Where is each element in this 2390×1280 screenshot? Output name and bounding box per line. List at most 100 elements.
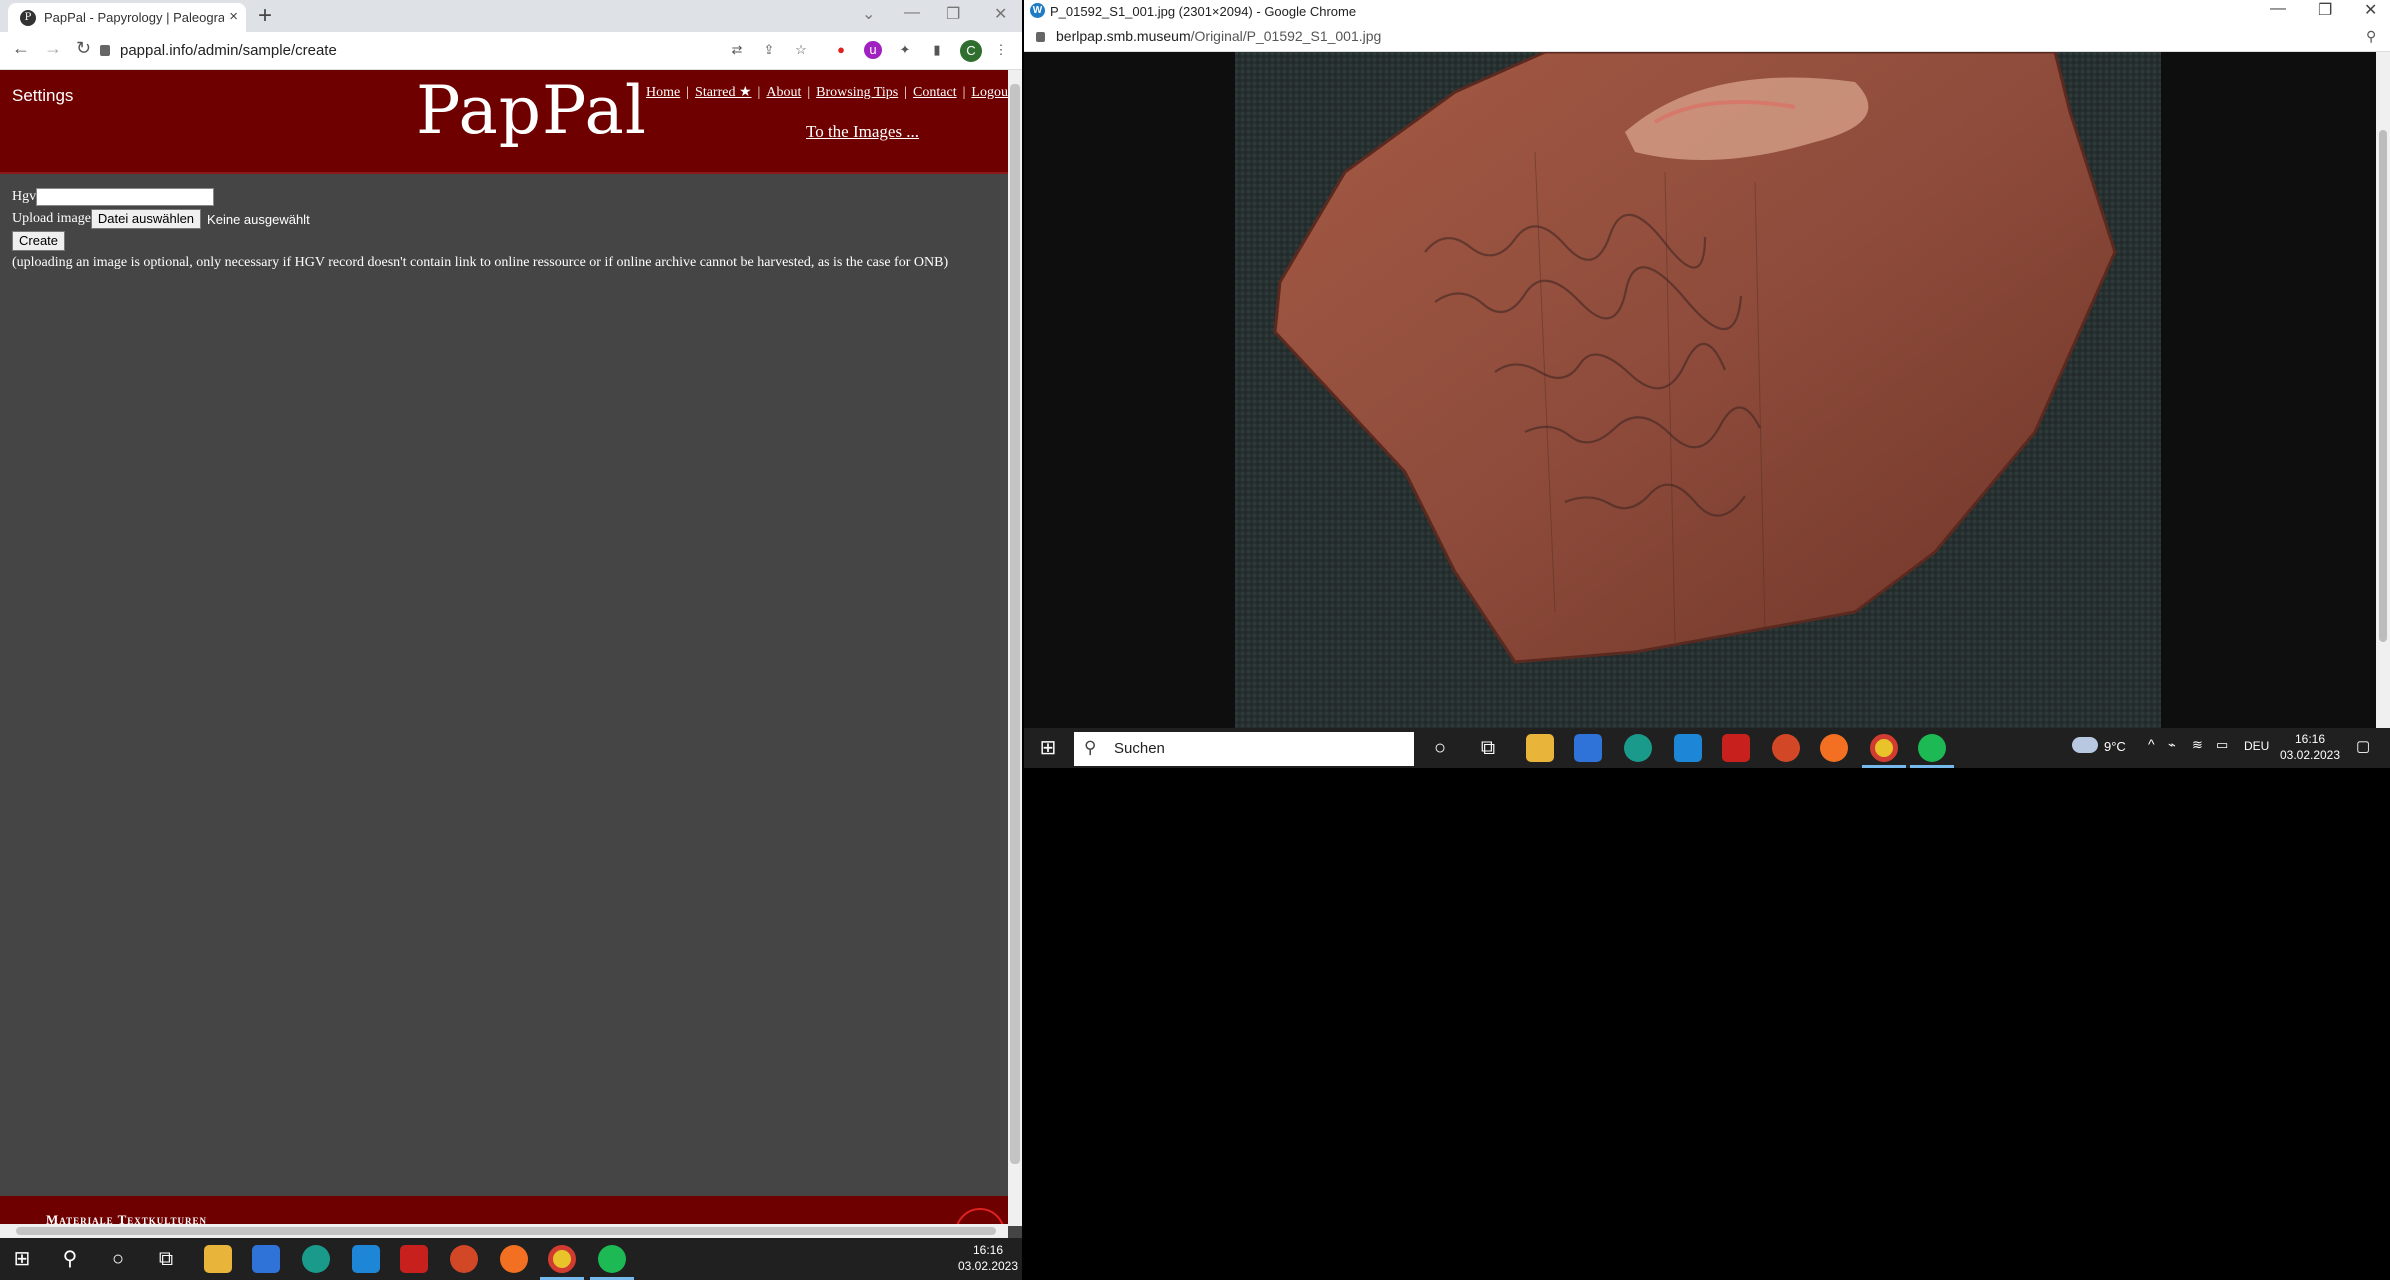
cortana-icon[interactable]: ○: [104, 1245, 132, 1273]
weather-cloud-icon[interactable]: [2072, 737, 2098, 753]
nav-contact[interactable]: Contact: [913, 85, 957, 100]
bookmark-star-icon[interactable]: ☆: [792, 41, 810, 59]
tab-strip: P PapPal - Papyrology | Paleograph × + ⌄…: [0, 0, 1022, 32]
file-explorer-icon[interactable]: [1526, 734, 1554, 762]
wordpress-favicon-icon: W: [1030, 3, 1045, 18]
menu-kebab-icon[interactable]: ⋮: [992, 41, 1010, 59]
nav-starred[interactable]: Starred ★: [695, 85, 751, 100]
pappal-favicon-icon: P: [20, 10, 36, 26]
url-path: /Original/P_01592_S1_001.jpg: [1190, 28, 1382, 44]
chrome-active-indicator: [1862, 765, 1906, 768]
file-explorer-icon[interactable]: [204, 1245, 232, 1273]
site-logo[interactable]: PapPal: [416, 72, 647, 149]
right-address-bar[interactable]: berlpap.smb.museum/Original/P_01592_S1_0…: [1024, 22, 2390, 52]
to-images-link[interactable]: To the Images ...: [806, 122, 919, 142]
notification-icon[interactable]: ▢: [2356, 737, 2370, 755]
address-bar[interactable]: pappal.info/admin/sample/create: [120, 42, 337, 59]
chrome-icon[interactable]: [548, 1245, 576, 1273]
cortana-icon[interactable]: ○: [1426, 734, 1454, 762]
battery-icon[interactable]: ▭: [2216, 737, 2228, 753]
windows-start-icon[interactable]: ⊞: [1034, 734, 1062, 762]
extension-red-icon[interactable]: ●: [832, 41, 850, 59]
hgv-input[interactable]: [36, 188, 215, 206]
minimize-icon[interactable]: —: [904, 4, 920, 22]
tab-close-icon[interactable]: ×: [229, 8, 238, 25]
ostracon-sherd-svg: [1235, 50, 2161, 728]
wifi-icon[interactable]: ≋: [2192, 737, 2203, 753]
settings-link[interactable]: Settings: [12, 86, 73, 106]
share-icon[interactable]: ⇪: [760, 41, 778, 59]
firefox-icon[interactable]: [1820, 734, 1848, 762]
clock-time: 16:16: [2294, 732, 2326, 746]
spotify-icon[interactable]: [598, 1245, 626, 1273]
vertical-scrollbar-thumb[interactable]: [1010, 84, 1020, 1164]
taskbar-search-box[interactable]: ⚲ Suchen: [1074, 732, 1414, 766]
right-window-title: P_01592_S1_001.jpg (2301×2094) - Google …: [1050, 4, 1357, 19]
clock-time: 16:16: [972, 1243, 1004, 1257]
task-view-icon[interactable]: ⧉: [1474, 734, 1502, 762]
edge-icon[interactable]: [302, 1245, 330, 1273]
site-footer: Materiale Textkulturen: [0, 1196, 1010, 1238]
search-icon[interactable]: ⚲: [56, 1245, 84, 1273]
search-placeholder: Suchen: [1114, 740, 1165, 757]
tray-chevron-icon[interactable]: ^: [2148, 736, 2155, 752]
create-sample-form: Hgv Upload image Datei auswählen Keine a…: [12, 186, 948, 274]
taskbar-clock[interactable]: 16:16 03.02.2023: [2278, 731, 2342, 763]
powerpoint-icon[interactable]: [450, 1245, 478, 1273]
side-panel-icon[interactable]: ▮: [928, 41, 946, 59]
weather-temp[interactable]: 9°C: [2104, 739, 2126, 754]
mail-icon[interactable]: [1674, 734, 1702, 762]
powerpoint-icon[interactable]: [1772, 734, 1800, 762]
right-title-bar: W P_01592_S1_001.jpg (2301×2094) - Googl…: [1024, 0, 2390, 22]
edge-icon[interactable]: [1624, 734, 1652, 762]
back-arrow-icon[interactable]: ←: [12, 38, 30, 59]
minimize-icon[interactable]: —: [2270, 0, 2286, 18]
firefox-icon[interactable]: [500, 1245, 528, 1273]
store-icon[interactable]: [252, 1245, 280, 1273]
task-view-icon[interactable]: ⧉: [152, 1245, 180, 1273]
horizontal-scrollbar-thumb[interactable]: [16, 1227, 996, 1235]
store-icon[interactable]: [1574, 734, 1602, 762]
right-browser-window: W P_01592_S1_001.jpg (2301×2094) - Googl…: [1024, 0, 2390, 728]
browser-toolbar: ← → ↻ pappal.info/admin/sample/create ⇄ …: [0, 32, 1022, 70]
windows-start-icon[interactable]: ⊞: [8, 1245, 36, 1273]
hgv-label: Hgv: [12, 189, 37, 204]
ostracon-image: [1235, 50, 2161, 728]
restore-icon[interactable]: ❐: [946, 4, 960, 24]
forward-arrow-icon[interactable]: →: [44, 38, 62, 59]
spotify-icon[interactable]: [1918, 734, 1946, 762]
network-icon[interactable]: ⌁: [2168, 737, 2176, 753]
chrome-icon[interactable]: [1870, 734, 1898, 762]
file-status: Keine ausgewählt: [207, 211, 310, 227]
close-window-icon[interactable]: ✕: [994, 4, 1007, 24]
spotify-active-indicator: [1910, 765, 1954, 768]
new-tab-button[interactable]: +: [258, 2, 272, 30]
nav-about[interactable]: About: [766, 85, 801, 100]
profile-avatar[interactable]: C: [960, 40, 982, 62]
nav-home[interactable]: Home: [646, 85, 680, 100]
url-domain: berlpap.smb.museum: [1056, 28, 1191, 44]
right-scrollbar-thumb[interactable]: [2379, 130, 2387, 642]
tab-pappal[interactable]: P PapPal - Papyrology | Paleograph ×: [8, 3, 246, 32]
close-window-icon[interactable]: ✕: [2364, 0, 2377, 20]
site-nav: Home | Starred ★ | About | Browsing Tips | Conta…: [646, 85, 1012, 100]
choose-file-button[interactable]: Datei auswählen: [90, 209, 202, 229]
clock-date: 03.02.2023: [957, 1259, 1019, 1273]
restore-icon[interactable]: ❐: [2318, 0, 2332, 20]
language-indicator[interactable]: DEU: [2244, 739, 2269, 753]
nav-browsing-tips[interactable]: Browsing Tips: [816, 85, 898, 100]
acrobat-icon[interactable]: [1722, 734, 1750, 762]
taskbar-clock[interactable]: 16:16 03.02.2023: [956, 1242, 1020, 1274]
create-button[interactable]: Create: [12, 231, 66, 251]
nav-logout[interactable]: Logout: [971, 85, 1011, 100]
extensions-puzzle-icon[interactable]: ✦: [896, 41, 914, 59]
tab-search-chevron-icon[interactable]: ⌄: [862, 4, 875, 24]
acrobat-icon[interactable]: [400, 1245, 428, 1273]
taskbar-left: ⊞ ⚲ ○ ⧉ 16:16 03.02.2023: [0, 1238, 1022, 1280]
mail-icon[interactable]: [352, 1245, 380, 1273]
reload-icon[interactable]: ↻: [76, 38, 91, 59]
extension-purple-icon[interactable]: u: [864, 41, 882, 59]
clock-date: 03.02.2023: [2279, 748, 2341, 762]
zoom-icon[interactable]: ⚲: [2366, 28, 2376, 45]
translate-icon[interactable]: ⇄: [728, 41, 746, 59]
